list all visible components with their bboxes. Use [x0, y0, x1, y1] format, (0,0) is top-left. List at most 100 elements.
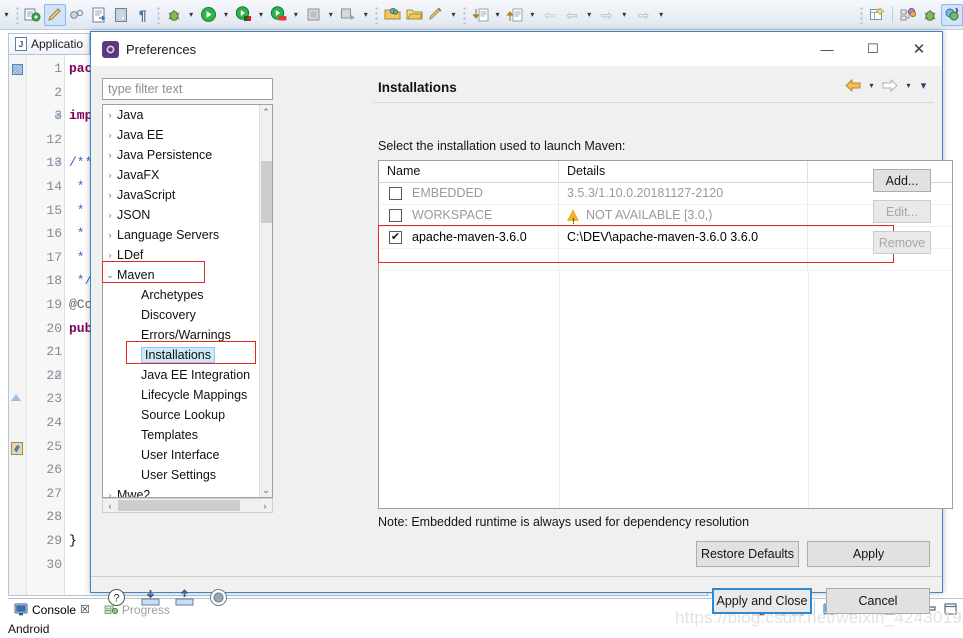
- open-folder-icon[interactable]: [403, 4, 425, 26]
- apply-and-close-button[interactable]: Apply and Close: [712, 588, 812, 614]
- sidebar-item-java-persistence[interactable]: › Java Persistence: [103, 145, 259, 165]
- code-line[interactable]: pub: [69, 321, 92, 336]
- editor-tab-application[interactable]: J Applicatio: [8, 33, 91, 54]
- back-dropdown-icon[interactable]: ▾: [583, 4, 596, 26]
- sidebar-item-maven[interactable]: ⌄ Maven: [103, 265, 259, 285]
- sidebar-item-java[interactable]: › Java: [103, 105, 259, 125]
- sidebar-item-source-lookup[interactable]: Source Lookup: [103, 405, 259, 425]
- chevron-right-icon[interactable]: ›: [103, 210, 117, 220]
- export-doc-icon[interactable]: [88, 4, 110, 26]
- chevron-down-icon[interactable]: ⌄: [103, 270, 117, 281]
- code-line[interactable]: @Co: [69, 297, 92, 312]
- code-line[interactable]: *: [69, 179, 85, 194]
- external-tools-icon[interactable]: [337, 4, 359, 26]
- edit-button[interactable]: Edit...: [873, 200, 931, 223]
- fold-toggle-icon[interactable]: ⊖: [53, 371, 63, 382]
- minimize-button[interactable]: —: [804, 32, 850, 66]
- scroll-down-icon[interactable]: ⌄: [260, 483, 272, 497]
- code-line[interactable]: *: [69, 250, 85, 265]
- forward-button[interactable]: [880, 74, 900, 96]
- scroll-right-icon[interactable]: ›: [258, 501, 272, 511]
- prev-annotation-dropdown-icon[interactable]: ▾: [526, 4, 539, 26]
- dialog-title-bar[interactable]: Preferences — ☐ ✕: [91, 32, 942, 66]
- sidebar-item-user-settings[interactable]: User Settings: [103, 465, 259, 485]
- next-annotation-dropdown-icon[interactable]: ▾: [491, 4, 504, 26]
- forward2-dropdown-icon[interactable]: ▾: [655, 4, 668, 26]
- code-line[interactable]: *: [69, 226, 85, 241]
- remove-button[interactable]: Remove: [873, 231, 931, 254]
- table-row[interactable]: EMBEDDED 3.5.3/1.10.0.20181127-2120: [379, 183, 952, 205]
- back-dropdown-button[interactable]: ▾: [865, 74, 878, 96]
- table-row[interactable]: WORKSPACE NOT AVAILABLE [3.0,): [379, 205, 952, 227]
- chevron-right-icon[interactable]: ›: [103, 170, 117, 180]
- code-line[interactable]: imp: [69, 108, 92, 123]
- view-menu-button[interactable]: ▾: [917, 74, 930, 96]
- next-annotation-icon[interactable]: [469, 4, 491, 26]
- tab-console[interactable]: Console ☒: [14, 603, 90, 617]
- export-preferences-icon[interactable]: [173, 586, 195, 608]
- tree-hscroll-thumb[interactable]: [118, 500, 240, 511]
- run-dropdown-icon[interactable]: ▾: [220, 4, 233, 26]
- new-class-dropdown-icon[interactable]: ▾: [447, 4, 460, 26]
- code-line[interactable]: /**: [69, 155, 92, 170]
- chevron-right-icon[interactable]: ›: [103, 230, 117, 240]
- scroll-left-icon[interactable]: ‹: [103, 501, 117, 511]
- cancel-button[interactable]: Cancel: [826, 588, 930, 614]
- import-preferences-icon[interactable]: [139, 586, 161, 608]
- dropdown-arrow-icon[interactable]: ▾: [0, 4, 13, 26]
- sidebar-item-installations[interactable]: Installations: [103, 345, 259, 365]
- sidebar-item-javafx[interactable]: › JavaFX: [103, 165, 259, 185]
- prev-annotation-icon[interactable]: [504, 4, 526, 26]
- highlight-pen-icon[interactable]: [43, 3, 66, 26]
- code-line[interactable]: *: [69, 203, 85, 218]
- scroll-up-icon[interactable]: ⌃: [260, 105, 272, 119]
- sidebar-item-lifecycle-mappings[interactable]: Lifecycle Mappings: [103, 385, 259, 405]
- sidebar-item-java-ee[interactable]: › Java EE: [103, 125, 259, 145]
- debug-dropdown-icon[interactable]: ▾: [185, 4, 198, 26]
- last-edit-location-icon[interactable]: ⇦: [539, 4, 561, 26]
- stop-dropdown-icon[interactable]: ▾: [324, 4, 337, 26]
- new-java-class-icon[interactable]: [425, 4, 447, 26]
- forward-dropdown-button[interactable]: ▾: [902, 74, 915, 96]
- preferences-tree[interactable]: › Java › Java EE › Java Persistence › JavaFX › Ja…: [102, 104, 273, 498]
- occurrence-marker-icon[interactable]: [12, 64, 23, 75]
- forward-icon[interactable]: ⇨: [596, 4, 618, 26]
- apply-button[interactable]: Apply: [807, 541, 930, 567]
- tree-vertical-scrollbar[interactable]: ⌃ ⌄: [259, 105, 272, 497]
- run-icon[interactable]: [198, 4, 220, 26]
- back-button[interactable]: [843, 74, 863, 96]
- coverage-icon[interactable]: [267, 4, 289, 26]
- code-line[interactable]: */: [69, 273, 93, 288]
- sidebar-item-templates[interactable]: Templates: [103, 425, 259, 445]
- sidebar-item-java-ee-integration[interactable]: Java EE Integration: [103, 365, 259, 385]
- sidebar-item-json[interactable]: › JSON: [103, 205, 259, 225]
- forward2-icon[interactable]: ⇨: [633, 4, 655, 26]
- java-ee-perspective-icon[interactable]: [941, 3, 963, 26]
- sidebar-item-language-servers[interactable]: › Language Servers: [103, 225, 259, 245]
- new-wizard-icon[interactable]: [22, 4, 44, 26]
- tree-horizontal-scrollbar[interactable]: ‹ ›: [102, 498, 273, 513]
- open-type-icon[interactable]: [381, 4, 403, 26]
- external-tools-dropdown-icon[interactable]: ▾: [359, 4, 372, 26]
- coverage-dropdown-icon[interactable]: ▾: [289, 4, 302, 26]
- run-config-dropdown-icon[interactable]: ▾: [254, 4, 267, 26]
- tree-vscroll-thumb[interactable]: [261, 161, 272, 223]
- fold-toggle-icon[interactable]: ⊖: [53, 159, 63, 169]
- row-checkbox[interactable]: [389, 187, 402, 200]
- fold-toggle-icon[interactable]: ⊕: [53, 112, 63, 122]
- close-button[interactable]: ✕: [896, 32, 942, 66]
- paragraph-mark-icon[interactable]: ¶: [132, 4, 154, 26]
- back-icon[interactable]: ⇦: [561, 4, 583, 26]
- chevron-right-icon[interactable]: ›: [103, 110, 117, 120]
- todo-marker-icon[interactable]: [11, 441, 23, 455]
- properties-icon[interactable]: [110, 4, 132, 26]
- installations-table[interactable]: Name Details EMBEDDED 3.5.3/1.10.0.201811…: [378, 160, 953, 509]
- chevron-right-icon[interactable]: ›: [103, 490, 117, 497]
- chevron-right-icon[interactable]: ›: [103, 250, 117, 260]
- sidebar-item-mwe2[interactable]: › Mwe2: [103, 485, 259, 497]
- help-icon[interactable]: ?: [105, 586, 127, 608]
- record-macro-icon[interactable]: [207, 586, 229, 608]
- code-line[interactable]: }: [69, 533, 77, 548]
- sidebar-item-user-interface[interactable]: User Interface: [103, 445, 259, 465]
- java-perspective-icon[interactable]: [897, 4, 919, 26]
